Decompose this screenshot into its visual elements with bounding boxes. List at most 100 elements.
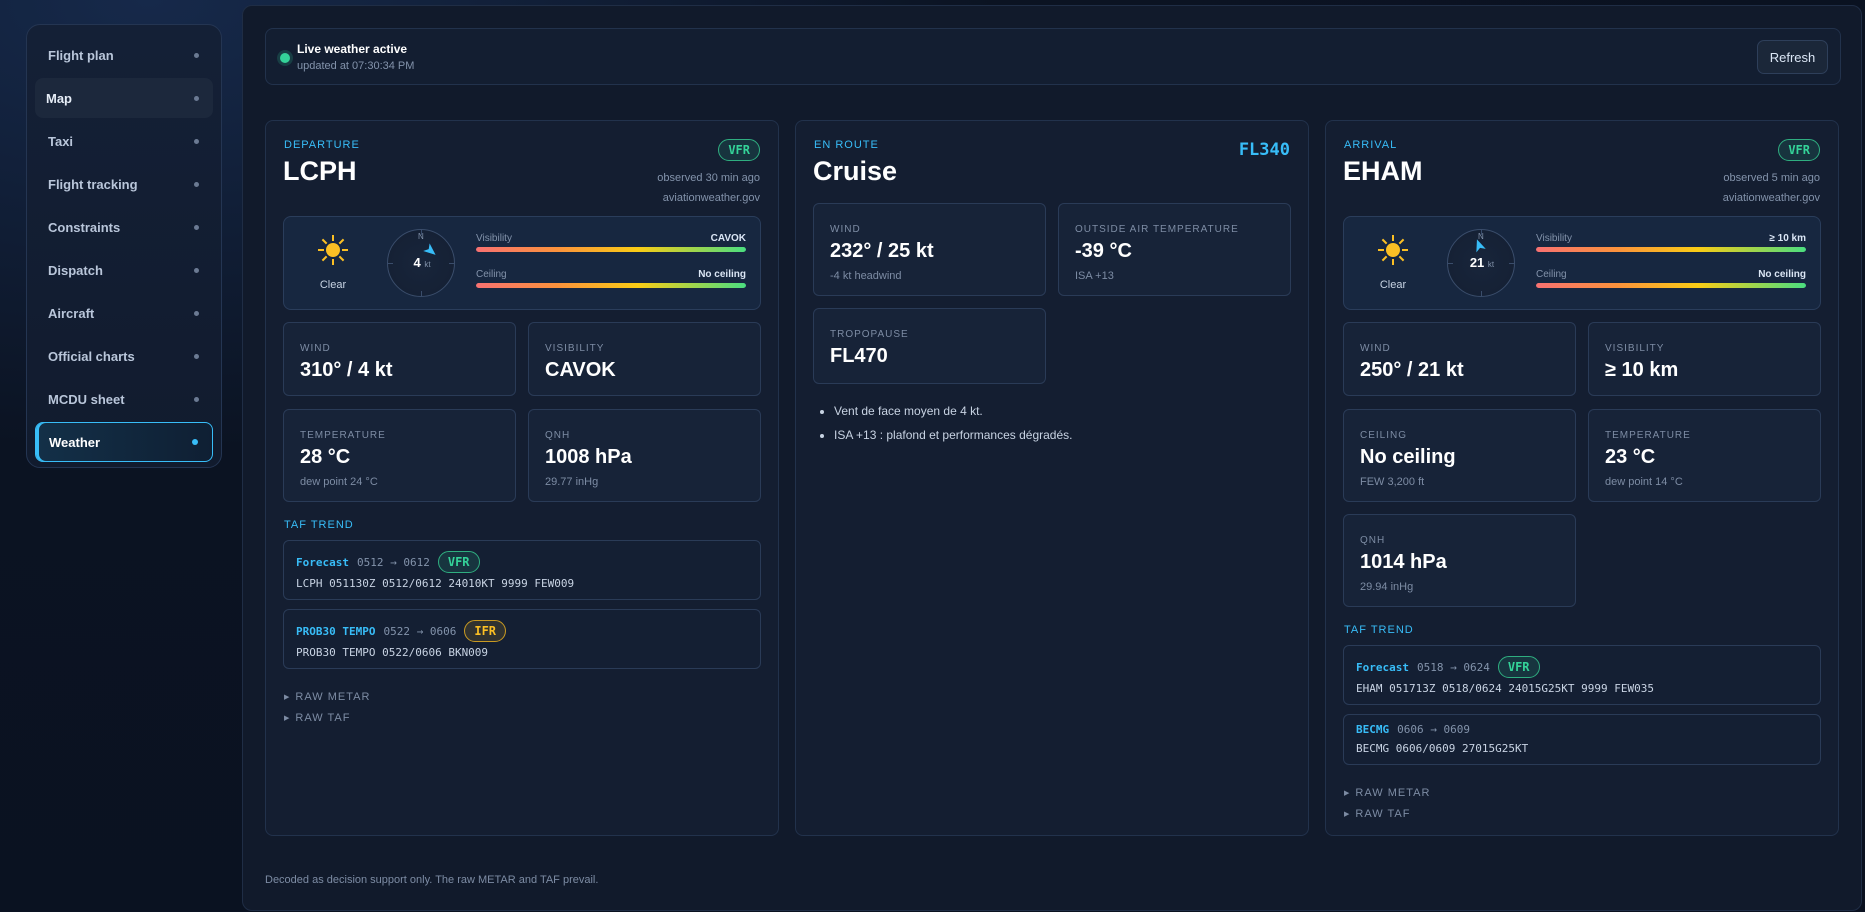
observed-time: observed 5 min ago	[1723, 172, 1820, 184]
tile-sub: dew point 24 °C	[300, 476, 378, 488]
data-source: aviationweather.gov	[1722, 192, 1820, 204]
taf-code: LCPH 051130Z 0512/0612 24010KT 9999 FEW0…	[296, 577, 575, 590]
airport-code: EHAM	[1343, 156, 1423, 186]
wind-speed: 4	[413, 255, 421, 270]
wind-compass: N 4 kt	[387, 229, 455, 297]
tile-sub: dew point 14 °C	[1605, 476, 1683, 488]
status-title: Live weather active	[297, 42, 408, 56]
tile-label: WIND	[300, 343, 331, 354]
enroute-card: EN ROUTE Cruise FL340 WIND 232° / 25 kt …	[795, 120, 1309, 836]
sidebar-item-weather[interactable]: Weather	[35, 422, 213, 462]
bar-value: ≥ 10 km	[1769, 233, 1806, 244]
oat-tile: OUTSIDE AIR TEMPERATURE -39 °C ISA +13	[1058, 203, 1291, 296]
flight-level: FL340	[1238, 140, 1290, 160]
bar-value: No ceiling	[1758, 269, 1806, 280]
weather-summary: Clear N 4 kt Visibility CAVOK Ceiling No	[283, 216, 761, 310]
sidebar-item-official-charts[interactable]: Official charts	[35, 336, 213, 376]
tile-value: 1014 hPa	[1360, 551, 1447, 573]
tile-sub: ISA +13	[1075, 270, 1114, 282]
wind-unit: kt	[1487, 260, 1495, 269]
wind-speed: 21	[1469, 255, 1485, 270]
wind-compass: N 21 kt	[1447, 229, 1515, 297]
bar-label: Visibility	[1536, 233, 1572, 244]
tile-value: 28 °C	[300, 446, 351, 468]
note-item: Vent de face moyen de 4 kt.	[834, 404, 1073, 419]
tile-value: 23 °C	[1605, 446, 1656, 468]
tile-value: ≥ 10 km	[1605, 359, 1679, 381]
qnh-tile: QNH 1008 hPa 29.77 inHg	[528, 409, 761, 502]
ceiling-tile: CEILING No ceiling FEW 3,200 ft	[1343, 409, 1576, 502]
taf-trend-title: TAF TREND	[1344, 624, 1414, 636]
raw-taf-toggle[interactable]: RAW TAF	[1344, 808, 1410, 820]
sidebar-item-label: Constraints	[48, 219, 121, 235]
dot-icon	[194, 181, 199, 187]
raw-metar-toggle[interactable]: RAW METAR	[284, 691, 370, 703]
dot-icon	[194, 310, 199, 316]
taf-period: 0522 → 0606	[383, 624, 457, 638]
visibility-bar: Visibility CAVOK	[476, 233, 746, 269]
sidebar-item-map[interactable]: Map	[35, 78, 213, 118]
temperature-tile: TEMPERATURE 28 °C dew point 24 °C	[283, 409, 516, 502]
weather-panel: Live weather active updated at 07:30:34 …	[242, 5, 1862, 911]
flight-category-badge: VFR	[718, 139, 760, 161]
sidebar-item-taxi[interactable]: Taxi	[35, 121, 213, 161]
observed-time: observed 30 min ago	[657, 172, 760, 184]
taf-kind: PROB30 TEMPO	[296, 624, 376, 638]
sidebar-item-dispatch[interactable]: Dispatch	[35, 250, 213, 290]
tile-value: -39 °C	[1075, 240, 1132, 262]
sidebar-item-label: Flight tracking	[48, 176, 138, 192]
taf-row: Forecast 0518 → 0624 VFR EHAM 051713Z 05…	[1343, 645, 1821, 705]
taf-period: 0606 → 0609	[1397, 723, 1470, 736]
live-indicator-icon	[280, 53, 290, 63]
bar-label: Visibility	[476, 233, 512, 244]
observation-info: observed 30 min ago aviationweather.gov	[657, 168, 760, 208]
dot-icon	[194, 138, 199, 144]
taf-period: 0512 → 0612	[356, 555, 430, 569]
sidebar-item-label: Official charts	[48, 348, 135, 364]
wind-tile: WIND 310° / 4 kt	[283, 322, 516, 396]
sidebar-item-flight-tracking[interactable]: Flight tracking	[35, 164, 213, 204]
wind-arrow-icon	[1476, 239, 1486, 253]
dot-icon	[192, 439, 198, 445]
taf-code: BECMG 0606/0609 27015G25KT	[1356, 742, 1529, 755]
ceiling-bar: Ceiling No ceiling	[1536, 269, 1806, 305]
raw-metar-toggle[interactable]: RAW METAR	[1344, 787, 1430, 799]
taf-period: 0518 → 0624	[1416, 660, 1490, 674]
refresh-button[interactable]: Refresh	[1757, 40, 1828, 74]
flight-category-badge: VFR	[1778, 139, 1820, 161]
live-status-bar: Live weather active updated at 07:30:34 …	[265, 28, 1841, 85]
taf-trend-title: TAF TREND	[284, 519, 354, 531]
sidebar-item-mcdu-sheet[interactable]: MCDU sheet	[35, 379, 213, 419]
dot-icon	[194, 52, 199, 58]
airport-code: LCPH	[283, 156, 357, 186]
sky-condition: Clear	[1379, 279, 1407, 291]
dot-icon	[194, 396, 199, 402]
sidebar-item-label: Map	[46, 90, 72, 106]
sidebar-item-label: Weather	[49, 434, 101, 450]
tile-label: WIND	[830, 224, 861, 235]
sun-icon	[1378, 235, 1408, 265]
sidebar-item-constraints[interactable]: Constraints	[35, 207, 213, 247]
sidebar-item-aircraft[interactable]: Aircraft	[35, 293, 213, 333]
tile-value: CAVOK	[545, 359, 616, 381]
qnh-tile: QNH 1014 hPa 29.94 inHg	[1343, 514, 1576, 607]
tile-label: VISIBILITY	[545, 343, 605, 354]
compass-north-label: N	[418, 232, 424, 241]
tile-value: 1008 hPa	[545, 446, 632, 468]
raw-taf-toggle[interactable]: RAW TAF	[284, 712, 350, 724]
sidebar-item-flight-plan[interactable]: Flight plan	[35, 35, 213, 75]
wind-speed-readout: 4 kt	[388, 255, 456, 270]
arrival-card: ARRIVAL EHAM VFR observed 5 min ago avia…	[1325, 120, 1839, 836]
enroute-notes: Vent de face moyen de 4 kt. ISA +13 : pl…	[834, 404, 1073, 452]
tile-label: TEMPERATURE	[300, 430, 386, 441]
section-label: DEPARTURE	[284, 139, 360, 151]
tile-label: WIND	[1360, 343, 1391, 354]
taf-code: PROB30 TEMPO 0522/0606 BKN009	[296, 646, 489, 659]
status-updated: updated at 07:30:34 PM	[297, 60, 415, 72]
taf-row: PROB30 TEMPO 0522 → 0606 IFR PROB30 TEMP…	[283, 609, 761, 669]
weather-summary: Clear N 21 kt Visibility ≥ 10 km Ceiling	[1343, 216, 1821, 310]
tile-value: FL470	[830, 345, 888, 367]
disclaimer-note: Decoded as decision support only. The ra…	[265, 874, 599, 886]
tile-sub: FEW 3,200 ft	[1360, 476, 1425, 488]
ceiling-bar: Ceiling No ceiling	[476, 269, 746, 305]
